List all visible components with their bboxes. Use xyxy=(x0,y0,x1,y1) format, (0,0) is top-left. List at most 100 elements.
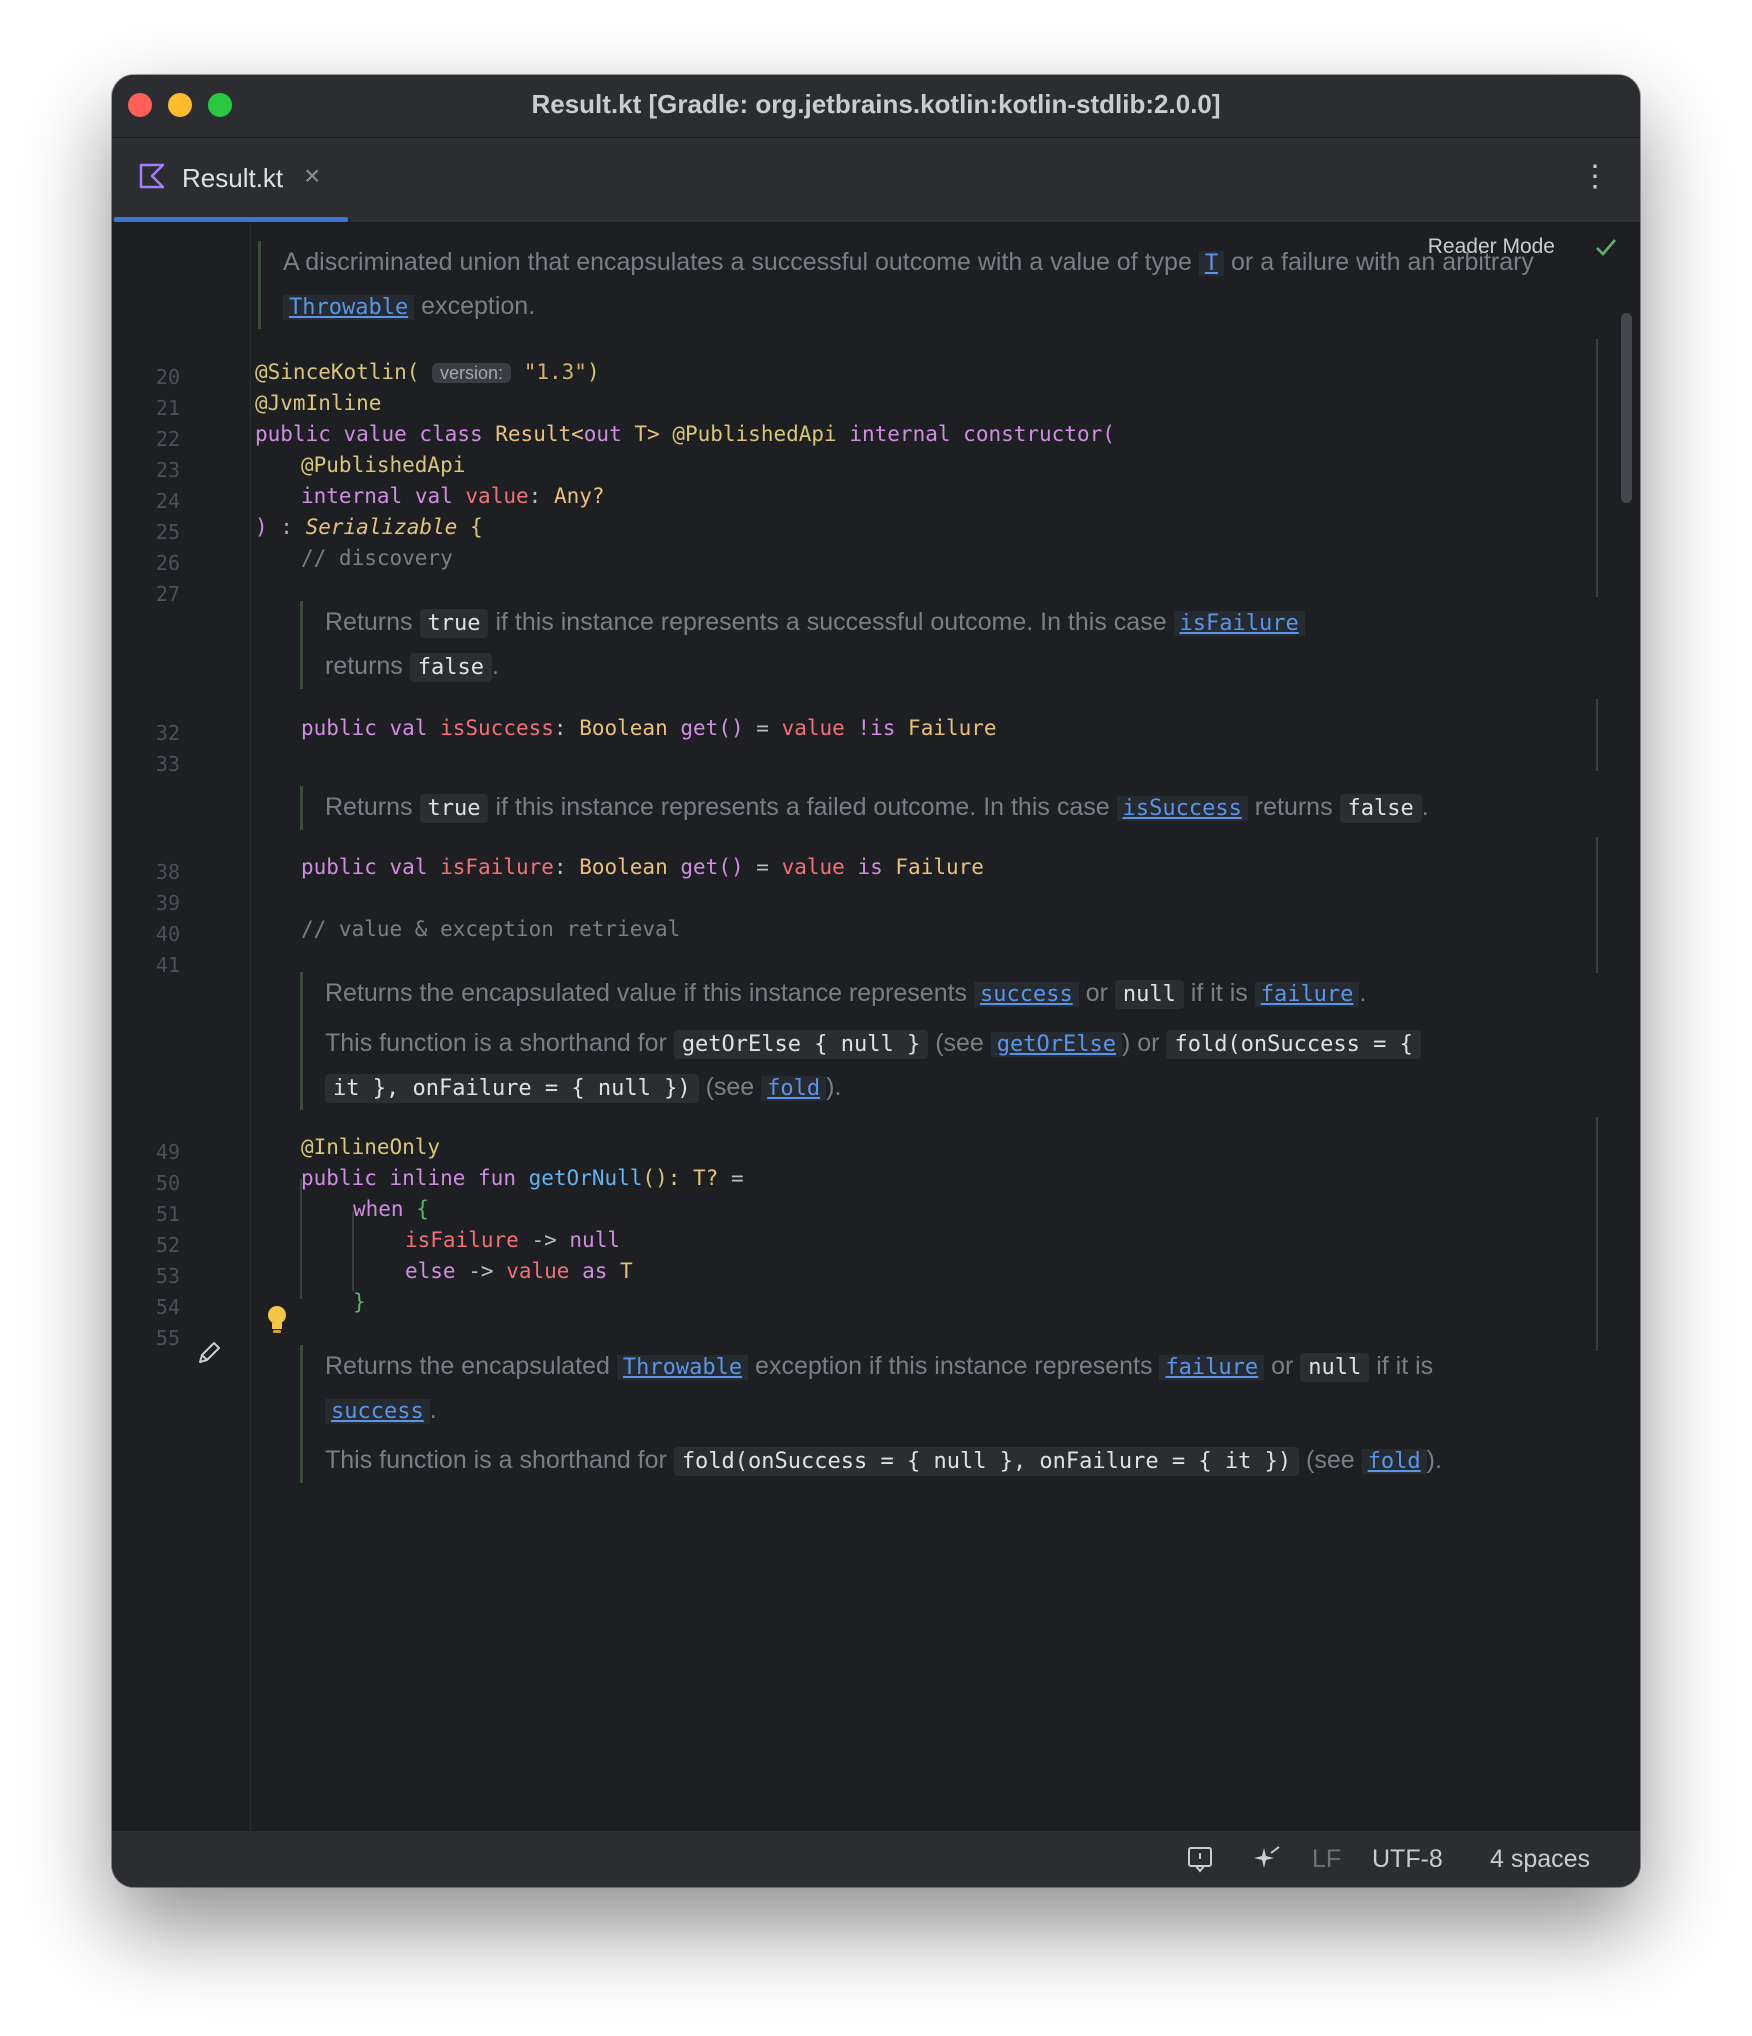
line-number: 40 xyxy=(155,922,180,946)
doc-link-failure[interactable]: failure xyxy=(1159,1355,1265,1380)
code-token: val xyxy=(389,855,428,879)
code-line-51: when { xyxy=(353,1197,429,1221)
code-token: -> xyxy=(531,1228,557,1252)
line-number: 53 xyxy=(155,1264,180,1288)
line-number-gutter: 20 21 22 23 24 25 26 27 32 33 38 39 40 4… xyxy=(112,223,251,1831)
code-line-40: // value & exception retrieval xyxy=(301,917,681,941)
doc-text: A discriminated union that encapsulates … xyxy=(283,248,1192,276)
line-number: 20 xyxy=(155,365,180,389)
code-token: T? xyxy=(693,1166,719,1190)
doc-link-throwable[interactable]: Throwable xyxy=(283,295,415,320)
doc-text: returns xyxy=(1254,793,1333,821)
code-token: @SinceKotlin( xyxy=(255,360,420,384)
ai-assistant-icon[interactable] xyxy=(1252,1844,1282,1874)
code-token: isFailure xyxy=(405,1228,519,1252)
code-token: when xyxy=(353,1197,404,1221)
code-token: constructor( xyxy=(963,422,1115,446)
parameter-hint: version: xyxy=(432,363,512,383)
doc-comment-exception-or-null: Returns the encapsulated Throwable excep… xyxy=(300,1345,1505,1483)
encoding-indicator[interactable]: UTF-8 xyxy=(1372,1845,1443,1874)
doc-link-success[interactable]: success xyxy=(325,1399,430,1424)
code-token: val xyxy=(389,716,428,740)
code-line-53: else -> value as T xyxy=(405,1259,633,1283)
code-token: Boolean xyxy=(579,855,668,879)
kotlin-file-icon xyxy=(139,163,165,189)
doc-code: false xyxy=(409,653,492,682)
code-line-52: isFailure -> null xyxy=(405,1228,620,1252)
doc-text: ). xyxy=(1426,1446,1442,1474)
doc-link-success[interactable]: success xyxy=(974,982,1079,1007)
doc-code: getOrElse { null } xyxy=(673,1030,929,1059)
code-token: Failure xyxy=(908,716,997,740)
doc-text: if it is xyxy=(1190,979,1248,1007)
code-line-38: public val isFailure: Boolean get() = va… xyxy=(301,855,984,879)
doc-text: This function is a shorthand for xyxy=(325,1029,667,1057)
tab-close-icon[interactable]: × xyxy=(304,160,320,192)
line-number: 22 xyxy=(155,427,180,451)
doc-text: or xyxy=(1271,1352,1294,1380)
doc-link-is-failure[interactable]: isFailure xyxy=(1173,611,1305,636)
code-token: get() xyxy=(680,716,744,740)
editor-tab-bar: Result.kt × ⋮ xyxy=(112,138,1640,223)
tab-result-kt[interactable]: Result.kt × xyxy=(114,138,348,222)
code-editor[interactable]: 20 21 22 23 24 25 26 27 32 33 38 39 40 4… xyxy=(112,223,1640,1831)
code-token: getOrNull xyxy=(528,1166,643,1190)
doc-paragraph: This function is a shorthand for fold(on… xyxy=(325,1439,1505,1483)
intention-bulb-icon[interactable] xyxy=(266,1305,288,1335)
line-separator-indicator[interactable]: LF xyxy=(1312,1845,1341,1874)
line-number: 39 xyxy=(155,891,180,915)
doc-text: Returns the encapsulated xyxy=(325,1352,610,1380)
notifications-icon[interactable] xyxy=(1186,1845,1214,1873)
scope-guide xyxy=(1596,699,1598,771)
line-number: 21 xyxy=(155,396,180,420)
code-token: "1.3" xyxy=(523,360,587,384)
vertical-scrollbar[interactable] xyxy=(1621,313,1632,503)
line-number: 50 xyxy=(155,1171,180,1195)
doc-link-get-or-else[interactable]: getOrElse xyxy=(990,1032,1122,1057)
doc-link-throwable[interactable]: Throwable xyxy=(616,1355,749,1380)
more-options-icon[interactable]: ⋮ xyxy=(1580,162,1610,192)
line-number: 24 xyxy=(155,489,180,513)
doc-link-failure[interactable]: failure xyxy=(1254,982,1360,1007)
doc-text: ) or xyxy=(1122,1029,1160,1057)
active-tab-indicator xyxy=(114,217,348,222)
code-token: ) xyxy=(586,360,600,384)
code-token: Boolean xyxy=(579,716,668,740)
indent-indicator[interactable]: 4 spaces xyxy=(1490,1845,1590,1874)
line-number: 54 xyxy=(155,1295,180,1319)
doc-comment-is-success: Returns true if this instance represents… xyxy=(300,601,1365,689)
doc-code: true xyxy=(419,609,489,638)
code-token: value xyxy=(343,422,407,446)
line-number: 26 xyxy=(155,551,180,575)
doc-code: null xyxy=(1300,1353,1370,1382)
code-token: fun xyxy=(478,1166,516,1190)
line-number: 38 xyxy=(155,860,180,884)
doc-comment-get-or-null: Returns the encapsulated value if this i… xyxy=(300,972,1445,1110)
doc-link-fold[interactable]: fold xyxy=(761,1076,827,1101)
code-token: null xyxy=(569,1228,620,1252)
doc-text: ). xyxy=(826,1073,842,1101)
doc-text: exception. xyxy=(421,292,536,320)
code-token: = xyxy=(730,1166,744,1190)
line-number: 41 xyxy=(155,953,180,977)
code-token: as xyxy=(582,1259,608,1283)
code-token: : xyxy=(553,716,567,740)
code-token: @PublishedApi xyxy=(672,422,837,446)
code-token: internal xyxy=(301,484,403,508)
code-token: value xyxy=(506,1259,570,1283)
code-token: out xyxy=(583,422,622,446)
edit-pencil-icon[interactable] xyxy=(194,1338,224,1368)
code-token: internal xyxy=(849,422,951,446)
doc-link-fold[interactable]: fold xyxy=(1361,1449,1427,1474)
line-number: 52 xyxy=(155,1233,180,1257)
doc-link-is-success[interactable]: isSuccess xyxy=(1116,796,1248,821)
doc-paragraph: Returns the encapsulated value if this i… xyxy=(325,972,1445,1016)
doc-text: (see xyxy=(1306,1446,1355,1474)
code-token: Serializable xyxy=(305,515,458,539)
doc-text: Returns xyxy=(325,608,413,636)
code-line-32: public val isSuccess: Boolean get() = va… xyxy=(301,716,997,740)
doc-code: it }, onFailure = { null }) xyxy=(325,1074,699,1103)
doc-link-t[interactable]: T xyxy=(1198,251,1225,276)
code-token: = xyxy=(756,855,769,879)
code-token: inline xyxy=(389,1166,466,1190)
